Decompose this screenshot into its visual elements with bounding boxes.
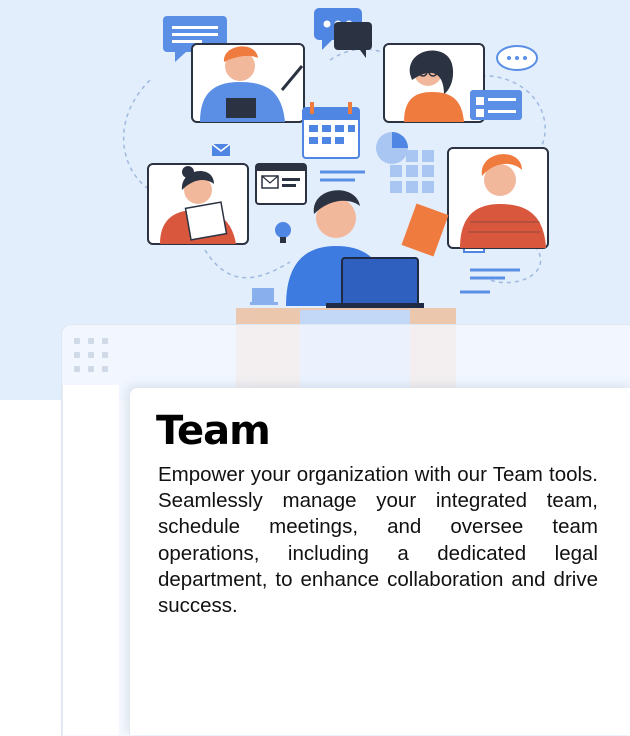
checklist-icon — [470, 90, 522, 120]
feature-card: Team Empower your organization with our … — [129, 388, 630, 735]
side-panel — [62, 385, 119, 735]
pie-chart-icon — [376, 132, 408, 164]
man-with-laptop — [250, 190, 449, 308]
video-frame-woman-glasses — [383, 43, 485, 123]
calendar-icon — [302, 102, 360, 159]
browser-window-icon — [255, 163, 307, 205]
typing-bubble-icon — [314, 8, 372, 58]
lightbulb-icon — [275, 222, 291, 243]
video-frame-man-tablet — [191, 43, 305, 123]
feature-description: Empower your organization with our Team … — [158, 463, 598, 618]
message-bubble-icon — [496, 45, 538, 71]
video-frame-man-redhair — [447, 147, 549, 249]
feature-title: Team — [156, 408, 271, 454]
dot-grid-decoration — [74, 338, 108, 372]
mail-icon — [211, 143, 231, 156]
video-frame-woman-reading — [147, 163, 249, 245]
